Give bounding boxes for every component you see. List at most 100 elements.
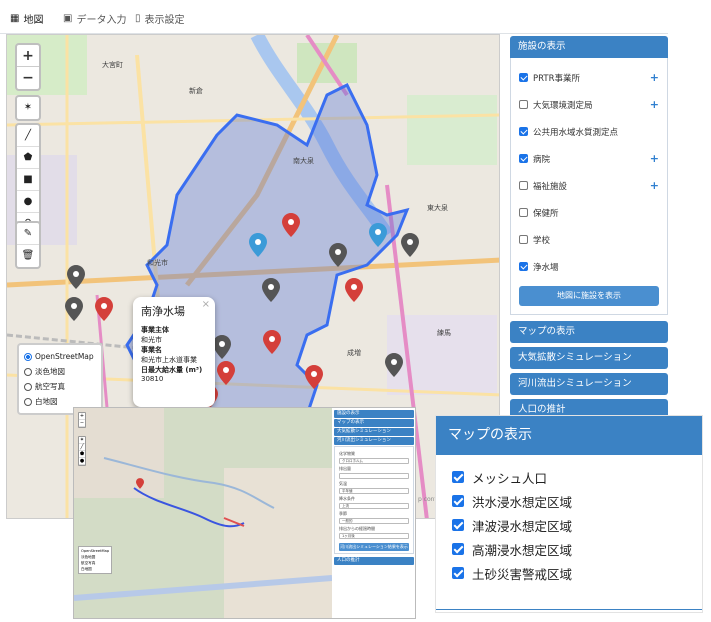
svg-text:和光市: 和光市 <box>147 258 168 267</box>
facility-marker-gray[interactable] <box>329 243 347 267</box>
season-select[interactable]: 一般的 <box>339 518 409 524</box>
checkbox-icon[interactable] <box>519 235 528 244</box>
edit-toolbar: ✎ 🗑 <box>15 221 41 269</box>
facility-marker-gray[interactable] <box>213 335 231 359</box>
facility-item-health-center[interactable]: 保健所 <box>519 199 659 226</box>
map-layer-landslide[interactable]: 土砂災害警戒区域 <box>436 561 702 585</box>
section-map-display[interactable]: マップの表示 <box>510 321 668 343</box>
section-air-dispersion[interactable]: 大気拡散シミュレーション <box>510 347 668 369</box>
snap-icon[interactable]: ✶ <box>17 97 39 119</box>
overview-marker-icon[interactable]: ● <box>79 458 85 465</box>
map-layer-flood[interactable]: 洪水浸水想定区域 <box>436 489 702 513</box>
map-layer-mesh-population[interactable]: メッシュ人口 <box>436 465 702 489</box>
checkbox-checked-icon[interactable] <box>452 567 464 579</box>
overview-section-population[interactable]: 人口の推計 <box>334 557 414 565</box>
facility-marker-red[interactable] <box>217 361 235 385</box>
document-icon: ▯ <box>135 12 141 24</box>
draw-rectangle-icon[interactable]: ■ <box>17 169 39 191</box>
facility-item-school[interactable]: 学校 <box>519 226 659 253</box>
checkbox-checked-icon[interactable] <box>452 543 464 555</box>
facility-marker-red[interactable] <box>282 213 300 237</box>
checkbox-checked-icon[interactable] <box>452 519 464 531</box>
river-simulation-form: 化学物質 クロロホルム 排出量 気温 平年値 降水条件 上流 季節 一般的 排出… <box>334 446 414 554</box>
popup-operator-label: 事業主体 <box>141 326 169 334</box>
edit-icon[interactable]: ✎ <box>17 223 39 245</box>
overview-snap-icon[interactable]: ✶ <box>79 437 85 444</box>
facility-marker-gray[interactable] <box>385 353 403 377</box>
overview-zoom-control: + − <box>78 412 86 428</box>
checkbox-icon[interactable] <box>519 208 528 217</box>
simulation-marker-red[interactable] <box>136 478 144 489</box>
plus-icon[interactable]: + <box>650 71 659 84</box>
facility-marker-red[interactable] <box>305 365 323 389</box>
facility-item-welfare[interactable]: 福祉施設 + <box>519 172 659 199</box>
overview-section-map-display[interactable]: マップの表示 <box>334 419 414 427</box>
facility-item-air-station[interactable]: 大気環境測定局 + <box>519 91 659 118</box>
draw-polyline-icon[interactable]: ╱ <box>17 125 39 147</box>
facility-marker-red[interactable] <box>95 297 113 321</box>
temperature-select[interactable]: 平年値 <box>339 488 409 494</box>
plus-icon[interactable]: + <box>650 98 659 111</box>
elapsed-time-select[interactable]: 1ヶ月後 <box>339 533 409 539</box>
zoom-out-button[interactable]: − <box>17 67 39 89</box>
trash-icon[interactable]: 🗑 <box>17 245 39 267</box>
facility-marker-gray[interactable] <box>262 278 280 302</box>
plus-icon[interactable]: + <box>650 152 659 165</box>
chemical-select[interactable]: クロロホルム <box>339 458 409 464</box>
overview-polygon-icon[interactable]: ⬟ <box>79 451 85 458</box>
map-layer-tsunami[interactable]: 津波浸水想定区域 <box>436 513 702 537</box>
facility-item-water-quality[interactable]: 公共用水域水質測定点 <box>519 118 659 145</box>
tab-data-input[interactable]: ▣ データ入力 <box>63 6 126 30</box>
facility-marker-gray[interactable] <box>65 297 83 321</box>
draw-circle-icon[interactable]: ● <box>17 191 39 213</box>
precipitation-select[interactable]: 上流 <box>339 503 409 509</box>
close-icon[interactable]: × <box>202 299 210 310</box>
overview-zoom-out-button[interactable]: − <box>79 420 85 427</box>
facilities-body: PRTR事業所 + 大気環境測定局 + 公共用水域水質測定点 病院 + 福祉施設 + 保… <box>510 58 668 315</box>
facility-item-water-plant[interactable]: 浄水場 <box>519 253 659 280</box>
layer-option-pale[interactable]: 淡色地図 <box>24 364 96 379</box>
overview-section-facilities[interactable]: 施設の表示 <box>334 410 414 418</box>
tab-display-settings[interactable]: ▯ 表示設定 <box>135 6 185 30</box>
popup-business-value: 和光市上水道事業 <box>141 356 197 364</box>
section-river-runoff[interactable]: 河川流出シミュレーション <box>510 373 668 395</box>
zoom-control: + − <box>15 43 41 91</box>
show-facilities-button[interactable]: 地図に施設を表示 <box>519 286 659 306</box>
overview-polyline-icon[interactable]: ╱ <box>79 444 85 451</box>
checkbox-icon[interactable] <box>519 181 528 190</box>
overview-zoom-in-button[interactable]: + <box>79 413 85 420</box>
checkbox-icon[interactable] <box>519 100 528 109</box>
facility-marker-gray[interactable] <box>401 233 419 257</box>
overview-section-air[interactable]: 大気拡散シミュレーション <box>334 428 414 436</box>
overview-section-river[interactable]: 河川流出シミュレーション <box>334 437 414 445</box>
river-simulation-screenshot: + − ✶ ╱ ⬟ ● OpenStreetMap 淡色地図 航空写真 白地図 … <box>73 407 416 619</box>
facility-item-hospital[interactable]: 病院 + <box>519 145 659 172</box>
save-icon: ▣ <box>63 12 73 24</box>
checkbox-checked-icon[interactable] <box>519 262 528 271</box>
checkbox-checked-icon[interactable] <box>452 495 464 507</box>
water-marker-blue[interactable] <box>249 233 267 257</box>
overview-layer-option[interactable]: 白地図 <box>81 566 109 572</box>
map-layer-storm-surge[interactable]: 高潮浸水想定区域 <box>436 537 702 561</box>
facility-popup: × 南浄水場 事業主体 和光市 事業名 和光市上水道事業 日最大給水量 (m³)… <box>133 297 215 407</box>
checkbox-checked-icon[interactable] <box>519 127 528 136</box>
water-marker-blue[interactable] <box>369 223 387 247</box>
emission-input[interactable] <box>339 473 409 479</box>
zoom-in-button[interactable]: + <box>17 45 39 67</box>
facilities-header[interactable]: 施設の表示 <box>510 36 668 58</box>
checkbox-checked-icon[interactable] <box>519 73 528 82</box>
plus-icon[interactable]: + <box>650 179 659 192</box>
checkbox-checked-icon[interactable] <box>452 471 464 483</box>
facility-marker-red[interactable] <box>345 278 363 302</box>
draw-polygon-icon[interactable]: ⬟ <box>17 147 39 169</box>
facility-marker-gray[interactable] <box>67 265 85 289</box>
run-river-simulation-button[interactable]: 河川流出シミュレーション結果を表示 <box>339 543 409 551</box>
map-icon: ▦ <box>10 12 20 24</box>
facility-marker-red[interactable] <box>263 330 281 354</box>
checkbox-checked-icon[interactable] <box>519 154 528 163</box>
layer-option-osm[interactable]: OpenStreetMap <box>24 349 96 364</box>
map-display-header[interactable]: マップの表示 <box>436 416 702 455</box>
layer-option-photo[interactable]: 航空写真 <box>24 379 96 394</box>
facility-item-prtr[interactable]: PRTR事業所 + <box>519 64 659 91</box>
tab-map[interactable]: ▦ 地図 <box>10 6 43 30</box>
